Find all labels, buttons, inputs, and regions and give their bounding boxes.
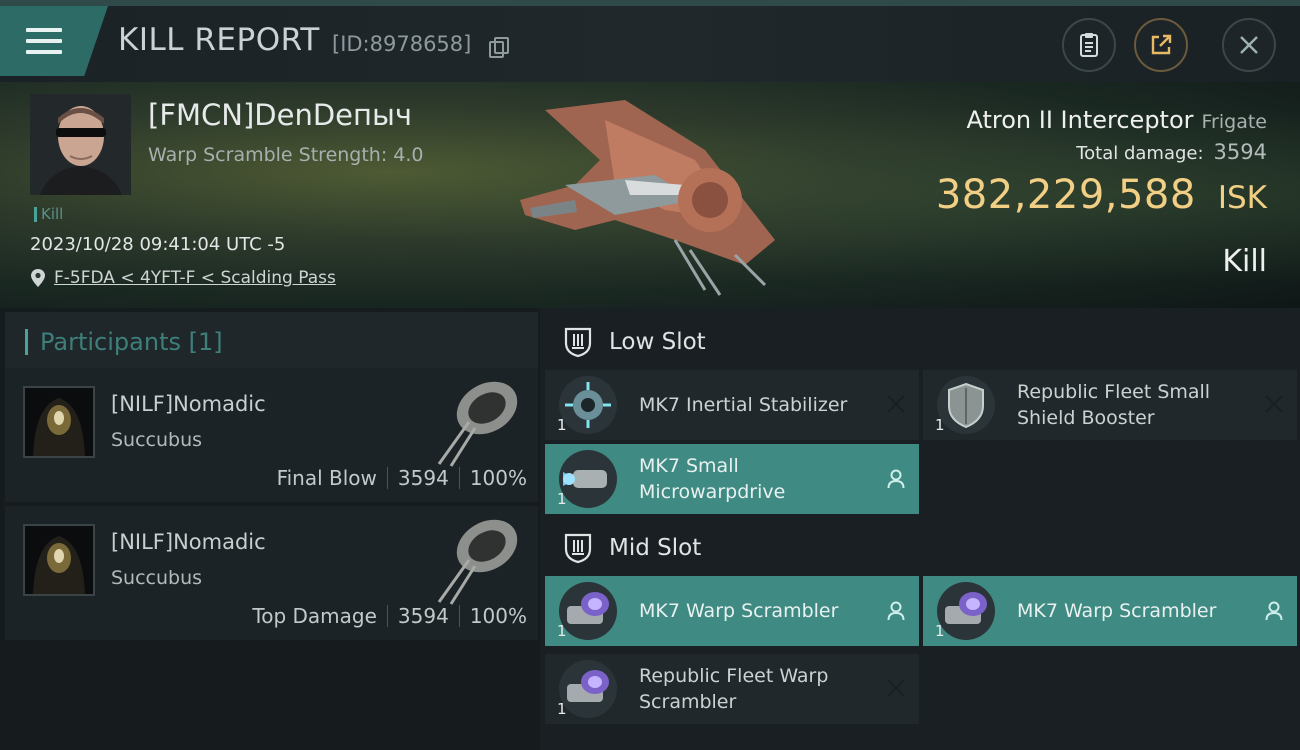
low-slot-label: Low Slot bbox=[609, 329, 706, 355]
module-item[interactable]: 1 Republic Fleet Warp Scrambler bbox=[545, 654, 919, 724]
module-item[interactable]: 1 MK7 Small Microwarpdrive bbox=[545, 444, 919, 514]
warp-scrambler-icon bbox=[937, 582, 995, 640]
page-title: KILL REPORT bbox=[118, 22, 320, 58]
person-icon bbox=[1265, 601, 1283, 621]
report-id: [ID:8978658] bbox=[332, 32, 472, 56]
kill-tag: Kill bbox=[34, 205, 63, 223]
participants-header[interactable]: Participants [1] bbox=[5, 312, 538, 372]
copy-icon[interactable] bbox=[489, 37, 509, 58]
top-bar: KILL REPORT [ID:8978658] bbox=[0, 0, 1300, 82]
fitting-panel: Low Slot 1 MK7 Inertial Stabilizer 1 Rep… bbox=[540, 308, 1300, 750]
succubus-ship-icon bbox=[437, 519, 518, 605]
location-link[interactable]: F-5FDA < 4YFT-F < Scalding Pass bbox=[30, 268, 336, 288]
participant-role: Final Blow bbox=[276, 466, 377, 490]
participants-label: Participants [1] bbox=[40, 328, 223, 356]
victim-banner: [FMCN]DenDепыч Warp Scramble Strength: 4… bbox=[0, 82, 1300, 308]
module-name: MK7 Small Microwarpdrive bbox=[639, 455, 786, 503]
clipboard-button[interactable] bbox=[1062, 18, 1116, 72]
low-slot-header: Low Slot bbox=[545, 312, 706, 372]
module-name: MK7 Warp Scrambler bbox=[1017, 600, 1217, 622]
isk-unit: ISK bbox=[1217, 180, 1267, 216]
module-quantity: 1 bbox=[935, 622, 945, 640]
total-damage-value: 3594 bbox=[1213, 140, 1267, 164]
ship-class: Frigate bbox=[1201, 111, 1267, 133]
top-strip bbox=[0, 0, 1300, 6]
module-name: MK7 Warp Scrambler bbox=[639, 600, 839, 622]
participant-ship: Succubus bbox=[111, 429, 203, 451]
destroyed-icon bbox=[887, 395, 905, 413]
shield-booster-icon bbox=[937, 376, 995, 434]
victim-pilot-name[interactable]: [FMCN]DenDепыч bbox=[148, 98, 412, 132]
isk-value: 382,229,588 ISK bbox=[936, 172, 1267, 218]
succubus-ship-icon bbox=[437, 381, 518, 467]
participant-row[interactable]: [NILF]Nomadic Succubus Top Damage 3594 1… bbox=[5, 506, 538, 640]
participant-percent: 100% bbox=[469, 466, 527, 490]
module-name: MK7 Inertial Stabilizer bbox=[639, 394, 848, 416]
module-quantity: 1 bbox=[935, 416, 945, 434]
participant-name[interactable]: [NILF]Nomadic bbox=[111, 392, 266, 416]
participants-panel: Participants [1] [NILF]Nomadic Succubus … bbox=[0, 308, 540, 750]
participant-avatar[interactable] bbox=[23, 386, 95, 458]
hooded-pilot-icon bbox=[25, 388, 93, 456]
mid-slot-icon bbox=[564, 533, 592, 564]
participant-stats: Top Damage 3594 100% bbox=[252, 604, 527, 628]
participant-avatar[interactable] bbox=[23, 524, 95, 596]
participant-damage: 3594 bbox=[397, 466, 449, 490]
close-icon bbox=[1240, 36, 1258, 54]
participant-ship: Succubus bbox=[111, 567, 203, 589]
ship-title: Atron II Interceptor Frigate bbox=[967, 106, 1268, 134]
location-text[interactable]: F-5FDA < 4YFT-F < Scalding Pass bbox=[54, 268, 336, 288]
module-name: Republic Fleet Small Shield Booster bbox=[1017, 381, 1211, 429]
victim-avatar[interactable] bbox=[30, 94, 131, 195]
participant-stats: Final Blow 3594 100% bbox=[277, 466, 527, 490]
total-damage-label: Total damage: bbox=[1076, 143, 1204, 164]
module-item[interactable]: 1 MK7 Warp Scrambler bbox=[545, 576, 919, 646]
module-quantity: 1 bbox=[557, 700, 567, 718]
share-icon bbox=[1151, 34, 1172, 55]
pilot-portrait-icon bbox=[30, 94, 131, 195]
location-pin-icon bbox=[31, 269, 45, 287]
isk-amount: 382,229,588 bbox=[935, 172, 1196, 218]
module-item[interactable]: 1 MK7 Warp Scrambler bbox=[923, 576, 1297, 646]
module-item[interactable]: 1 MK7 Inertial Stabilizer bbox=[545, 370, 919, 440]
mid-slot-label: Mid Slot bbox=[609, 535, 702, 561]
participant-row[interactable]: [NILF]Nomadic Succubus Final Blow 3594 1… bbox=[5, 368, 538, 502]
total-damage: Total damage: 3594 bbox=[1076, 140, 1267, 164]
participant-damage: 3594 bbox=[397, 604, 449, 628]
module-item[interactable]: 1 Republic Fleet Small Shield Booster bbox=[923, 370, 1297, 440]
person-icon bbox=[887, 469, 905, 489]
result-label: Kill bbox=[1222, 244, 1267, 279]
low-slot-icon bbox=[564, 327, 592, 358]
module-name: Republic Fleet Warp Scrambler bbox=[639, 665, 829, 713]
warp-scrambler-icon bbox=[559, 660, 617, 718]
module-quantity: 1 bbox=[557, 622, 567, 640]
person-icon bbox=[887, 601, 905, 621]
participant-role: Top Damage bbox=[252, 604, 377, 628]
ship-name[interactable]: Atron II Interceptor bbox=[967, 106, 1194, 134]
clipboard-icon bbox=[1080, 33, 1098, 57]
hooded-pilot-icon bbox=[25, 526, 93, 594]
module-quantity: 1 bbox=[557, 416, 567, 434]
participant-name[interactable]: [NILF]Nomadic bbox=[111, 530, 266, 554]
warp-scrambler-icon bbox=[559, 582, 617, 640]
share-button[interactable] bbox=[1134, 18, 1188, 72]
destroyed-icon bbox=[1265, 395, 1283, 413]
module-quantity: 1 bbox=[557, 490, 567, 508]
close-button[interactable] bbox=[1222, 18, 1276, 72]
menu-button[interactable] bbox=[0, 6, 108, 76]
destroyed-icon bbox=[887, 679, 905, 697]
warp-scramble-strength: Warp Scramble Strength: 4.0 bbox=[148, 144, 424, 166]
inertial-stabilizer-icon bbox=[559, 376, 617, 434]
participant-percent: 100% bbox=[469, 604, 527, 628]
ship-render-icon bbox=[520, 100, 775, 296]
microwarpdrive-icon bbox=[559, 450, 617, 508]
kill-datetime: 2023/10/28 09:41:04 UTC -5 bbox=[30, 234, 286, 255]
mid-slot-header: Mid Slot bbox=[545, 518, 701, 578]
hamburger-icon bbox=[26, 28, 62, 54]
